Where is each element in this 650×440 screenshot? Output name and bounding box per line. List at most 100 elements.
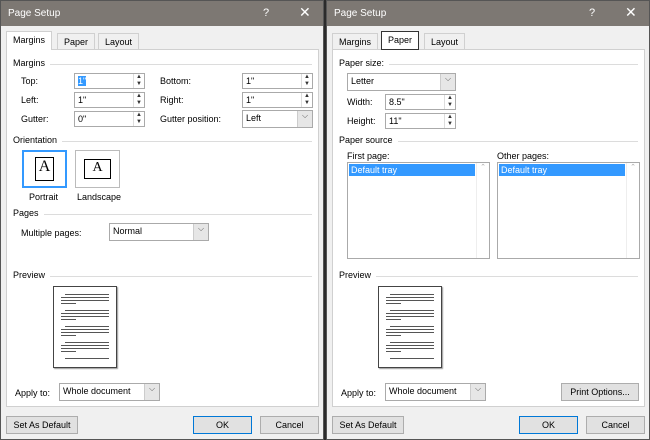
text-line bbox=[61, 313, 109, 314]
set-as-default-button[interactable]: Set As Default bbox=[332, 416, 404, 434]
bottom-value: 1" bbox=[246, 76, 255, 86]
right-input[interactable]: 1" ▲ ▼ bbox=[242, 92, 313, 108]
multiple-pages-select[interactable]: Normal ⌵ bbox=[109, 223, 209, 241]
tab-panel: Paper size: Letter ⌵ Width: 8.5" ▲ ▼ Height… bbox=[332, 49, 645, 407]
width-label: Width: bbox=[347, 97, 373, 107]
help-icon[interactable]: ? bbox=[263, 7, 269, 19]
tab-margins[interactable]: Margins bbox=[6, 31, 53, 50]
other-pages-list[interactable]: Default tray ⌃ bbox=[497, 162, 640, 259]
help-icon[interactable]: ? bbox=[589, 7, 595, 19]
group-label: Pages bbox=[13, 208, 44, 218]
text-line bbox=[386, 297, 434, 298]
page-preview bbox=[53, 286, 117, 368]
text-line bbox=[390, 342, 434, 343]
close-icon[interactable]: ✕ bbox=[299, 4, 311, 21]
set-as-default-button[interactable]: Set As Default bbox=[6, 416, 78, 434]
chevron-down-icon[interactable]: ⌵ bbox=[193, 224, 208, 240]
chevron-down-icon[interactable]: ⌵ bbox=[470, 384, 485, 400]
page-preview bbox=[378, 286, 442, 368]
portrait-button[interactable]: A bbox=[22, 150, 67, 188]
list-item[interactable]: Default tray bbox=[349, 164, 475, 176]
multiple-pages-value: Normal bbox=[113, 226, 143, 236]
ok-button[interactable]: OK bbox=[519, 416, 578, 434]
text-line bbox=[61, 303, 76, 304]
paper-source-group: Paper source bbox=[339, 135, 638, 145]
cancel-button[interactable]: Cancel bbox=[260, 416, 319, 434]
text-line bbox=[61, 319, 76, 320]
spinner[interactable]: ▲ ▼ bbox=[133, 93, 144, 107]
text-line bbox=[61, 345, 109, 346]
text-line bbox=[61, 348, 109, 349]
width-input[interactable]: 8.5" ▲ ▼ bbox=[385, 94, 456, 110]
page-setup-dialog-paper: Page Setup ? ✕ Margins Paper Layout Pape… bbox=[326, 0, 650, 440]
group-label: Preview bbox=[13, 270, 51, 280]
text-line bbox=[390, 310, 434, 311]
scrollbar[interactable]: ⌃ bbox=[476, 163, 489, 258]
text-line bbox=[386, 316, 434, 317]
gutter-label: Gutter: bbox=[21, 114, 49, 124]
text-line bbox=[65, 326, 109, 327]
spinner[interactable]: ▲ ▼ bbox=[301, 74, 312, 88]
close-icon[interactable]: ✕ bbox=[625, 4, 637, 21]
top-value: 1" bbox=[78, 76, 87, 86]
tab-paper[interactable]: Paper bbox=[381, 31, 420, 50]
landscape-button[interactable]: A bbox=[75, 150, 120, 188]
group-label: Preview bbox=[339, 270, 377, 280]
spinner[interactable]: ▲ ▼ bbox=[444, 95, 455, 109]
scrollbar[interactable]: ⌃ bbox=[626, 163, 639, 258]
apply-to-select[interactable]: Whole document ⌵ bbox=[385, 383, 486, 401]
orientation-group: Orientation bbox=[13, 135, 312, 145]
apply-to-select[interactable]: Whole document ⌵ bbox=[59, 383, 160, 401]
text-line bbox=[386, 329, 434, 330]
chevron-down-icon[interactable]: ⌵ bbox=[144, 384, 159, 400]
tab-margins[interactable]: Margins bbox=[332, 33, 379, 50]
title-bar: Page Setup ? ✕ bbox=[327, 1, 649, 26]
cancel-button[interactable]: Cancel bbox=[586, 416, 645, 434]
ok-button[interactable]: OK bbox=[193, 416, 252, 434]
top-input[interactable]: 1" ▲ ▼ bbox=[74, 73, 145, 89]
spinner[interactable]: ▲ ▼ bbox=[301, 93, 312, 107]
height-input[interactable]: 11" ▲ ▼ bbox=[385, 113, 456, 129]
apply-to-label: Apply to: bbox=[15, 388, 51, 398]
left-label: Left: bbox=[21, 95, 39, 105]
tab-layout[interactable]: Layout bbox=[98, 33, 140, 50]
chevron-down-icon[interactable]: ⌵ bbox=[440, 74, 455, 90]
right-label: Right: bbox=[160, 95, 184, 105]
text-line bbox=[386, 303, 401, 304]
spinner[interactable]: ▲ ▼ bbox=[133, 74, 144, 88]
preview-group: Preview bbox=[13, 270, 312, 280]
right-value: 1" bbox=[246, 95, 255, 105]
gutter-position-label: Gutter position: bbox=[160, 114, 222, 124]
apply-to-value: Whole document bbox=[63, 386, 131, 396]
tab-panel: Margins Top: 1" ▲ ▼ Bottom: 1" ▲ ▼ Left: 1" ▲… bbox=[6, 49, 319, 407]
group-label: Margins bbox=[13, 58, 51, 68]
left-value: 1" bbox=[78, 95, 87, 105]
text-line bbox=[61, 316, 109, 317]
text-line bbox=[386, 335, 401, 336]
tab-layout[interactable]: Layout bbox=[424, 33, 466, 50]
gutter-position-select[interactable]: Left ⌵ bbox=[242, 110, 313, 128]
paper-size-group: Paper size: bbox=[339, 58, 638, 68]
paper-size-value: Letter bbox=[351, 76, 375, 86]
text-line bbox=[61, 300, 109, 301]
portrait-label: Portrait bbox=[29, 192, 59, 202]
text-line bbox=[386, 345, 434, 346]
spinner[interactable]: ▲ ▼ bbox=[444, 114, 455, 128]
text-line bbox=[390, 294, 434, 295]
paper-size-select[interactable]: Letter ⌵ bbox=[347, 73, 456, 91]
first-page-list[interactable]: Default tray ⌃ bbox=[347, 162, 490, 259]
text-line bbox=[61, 297, 109, 298]
tab-paper[interactable]: Paper bbox=[57, 33, 96, 50]
chevron-down-icon[interactable]: ⌵ bbox=[297, 111, 312, 127]
width-value: 8.5" bbox=[389, 97, 405, 107]
landscape-icon: A bbox=[84, 159, 111, 179]
left-input[interactable]: 1" ▲ ▼ bbox=[74, 92, 145, 108]
dialog-title: Page Setup bbox=[8, 8, 61, 19]
bottom-input[interactable]: 1" ▲ ▼ bbox=[242, 73, 313, 89]
text-line bbox=[386, 351, 401, 352]
gutter-input[interactable]: 0" ▲ ▼ bbox=[74, 111, 145, 127]
margins-group: Margins bbox=[13, 58, 312, 68]
print-options-button[interactable]: Print Options... bbox=[561, 383, 639, 401]
list-item[interactable]: Default tray bbox=[499, 164, 625, 176]
spinner[interactable]: ▲ ▼ bbox=[133, 112, 144, 126]
